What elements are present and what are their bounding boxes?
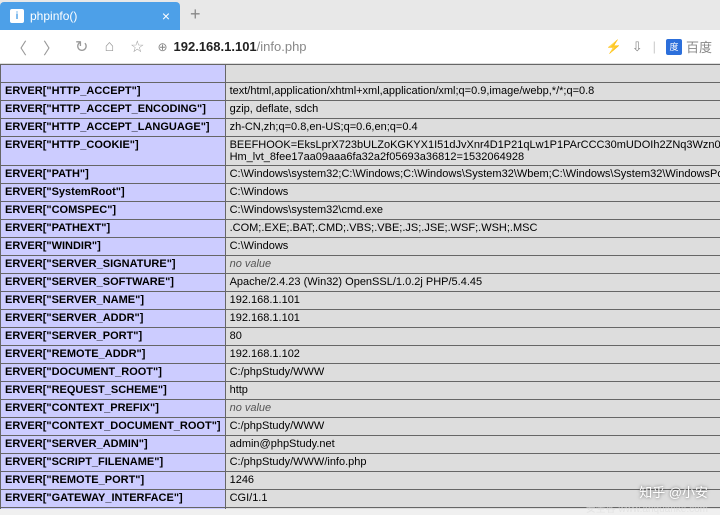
table-value: 80 <box>225 328 720 346</box>
table-row: ERVER["REQUEST_SCHEME"]http <box>1 382 720 400</box>
table-key: ERVER["SERVER_ADMIN"] <box>1 436 226 454</box>
table-row: ERVER["DOCUMENT_ROOT"]C:/phpStudy/WWW <box>1 364 720 382</box>
table-value: C:/phpStudy/WWW <box>225 364 720 382</box>
table-value: admin@phpStudy.net <box>225 436 720 454</box>
table-row: ERVER["SERVER_SIGNATURE"]no value <box>1 256 720 274</box>
table-row: ERVER["SCRIPT_FILENAME"]C:/phpStudy/WWW/… <box>1 454 720 472</box>
url-path: /info.php <box>257 39 307 54</box>
table-key: ERVER["GATEWAY_INTERFACE"] <box>1 490 226 508</box>
table-row: ERVER["HTTP_ACCEPT_ENCODING"]gzip, defla… <box>1 101 720 119</box>
search-label: 百度 <box>686 37 712 56</box>
table-row: ERVER["HTTP_COOKIE"]BEEFHOOK=EksLprX723b… <box>1 137 720 166</box>
table-value: 192.168.1.101 <box>225 292 720 310</box>
table-key <box>1 65 226 83</box>
table-row: ERVER["SERVER_PORT"]80 <box>1 328 720 346</box>
table-row: ERVER["SERVER_ADMIN"]admin@phpStudy.net <box>1 436 720 454</box>
table-value: no value <box>225 256 720 274</box>
table-key: ERVER["SERVER_ADDR"] <box>1 310 226 328</box>
table-row: ERVER["CONTEXT_PREFIX"]no value <box>1 400 720 418</box>
table-row: ERVER["PATHEXT"].COM;.EXE;.BAT;.CMD;.VBS… <box>1 220 720 238</box>
back-button[interactable]: 〈 <box>8 35 30 59</box>
address-bar[interactable]: ⊕ 192.168.1.101/info.php <box>157 39 595 54</box>
table-row: ERVER["REMOTE_ADDR"]192.168.1.102 <box>1 346 720 364</box>
table-row: ERVER["HTTP_ACCEPT_LANGUAGE"]zh-CN,zh;q=… <box>1 119 720 137</box>
table-row: ERVER["SystemRoot"]C:\Windows <box>1 184 720 202</box>
table-value: zh-CN,zh;q=0.8,en-US;q=0.6,en;q=0.4 <box>225 119 720 137</box>
table-key: ERVER["SERVER_SIGNATURE"] <box>1 256 226 274</box>
table-key: ERVER["WINDIR"] <box>1 238 226 256</box>
table-key: ERVER["HTTP_ACCEPT_ENCODING"] <box>1 101 226 119</box>
table-key: ERVER["CONTEXT_DOCUMENT_ROOT"] <box>1 418 226 436</box>
table-key: ERVER["SERVER_PORT"] <box>1 328 226 346</box>
table-value: gzip, deflate, sdch <box>225 101 720 119</box>
table-value: C:\Windows\system32;C:\Windows;C:\Window… <box>225 166 720 184</box>
table-value: CGI/1.1 <box>225 490 720 508</box>
table-row: ERVER["HTTP_ACCEPT"]text/html,applicatio… <box>1 83 720 101</box>
refresh-button[interactable]: ↻ <box>72 37 91 57</box>
table-key: ERVER["REQUEST_SCHEME"] <box>1 382 226 400</box>
table-key: ERVER["CONTEXT_PREFIX"] <box>1 400 226 418</box>
table-key: ERVER["SystemRoot"] <box>1 184 226 202</box>
table-value: no value <box>225 400 720 418</box>
download-icon[interactable]: ⇩ <box>632 39 643 55</box>
table-value: C:\Windows <box>225 184 720 202</box>
table-row: ERVER["COMSPEC"]C:\Windows\system32\cmd.… <box>1 202 720 220</box>
toolbar: 〈 〉 ↻ ⌂ ☆ ⊕ 192.168.1.101/info.php ⚡ ⇩ |… <box>0 30 720 64</box>
home-button[interactable]: ⌂ <box>101 38 117 56</box>
table-value: C:\Windows\system32\cmd.exe <box>225 202 720 220</box>
table-value: 192.168.1.102 <box>225 346 720 364</box>
table-key: ERVER["REMOTE_ADDR"] <box>1 346 226 364</box>
table-row: ERVER["SERVER_NAME"]192.168.1.101 <box>1 292 720 310</box>
favorite-button[interactable]: ☆ <box>127 37 147 57</box>
table-key: ERVER["DOCUMENT_ROOT"] <box>1 364 226 382</box>
site-info-icon[interactable]: ⊕ <box>157 40 167 54</box>
separator: | <box>653 39 656 54</box>
table-key: ERVER["HTTP_ACCEPT_LANGUAGE"] <box>1 119 226 137</box>
search-engine[interactable]: 度 百度 <box>666 37 712 56</box>
active-tab[interactable]: i phpinfo() × <box>0 2 180 30</box>
table-value: http <box>225 382 720 400</box>
table-row: ERVER["SERVER_SOFTWARE"]Apache/2.4.23 (W… <box>1 274 720 292</box>
url-host: 192.168.1.101 <box>174 39 257 54</box>
table-key: ERVER["SCRIPT_FILENAME"] <box>1 454 226 472</box>
tab-title: phpinfo() <box>30 9 77 23</box>
table-key: ERVER["PATHEXT"] <box>1 220 226 238</box>
toolbar-right: ⚡ ⇩ | 度 百度 <box>606 37 713 56</box>
forward-button[interactable]: 〉 <box>40 35 62 59</box>
table-key: ERVER["SERVER_NAME"] <box>1 292 226 310</box>
table-row: ERVER["GATEWAY_INTERFACE"]CGI/1.1 <box>1 490 720 508</box>
table-key: ERVER["HTTP_ACCEPT"] <box>1 83 226 101</box>
table-value: C:/phpStudy/WWW <box>225 418 720 436</box>
phpinfo-table: ERVER["HTTP_ACCEPT"]text/html,applicatio… <box>0 64 720 509</box>
table-value: 1246 <box>225 472 720 490</box>
table-row: ERVER["CONTEXT_DOCUMENT_ROOT"]C:/phpStud… <box>1 418 720 436</box>
table-row: ERVER["REMOTE_PORT"]1246 <box>1 472 720 490</box>
baidu-icon: 度 <box>666 39 682 55</box>
tab-close-icon[interactable]: × <box>162 8 170 24</box>
new-tab-button[interactable]: + <box>180 0 211 30</box>
table-key: ERVER["PATH"] <box>1 166 226 184</box>
page-icon: i <box>10 9 24 23</box>
table-row: ERVER["SERVER_ADDR"]192.168.1.101 <box>1 310 720 328</box>
table-row: ERVER["PATH"]C:\Windows\system32;C:\Wind… <box>1 166 720 184</box>
table-value: BEEFHOOK=EksLprX723bULZoKGKYX1I51dJvXnr4… <box>225 137 720 166</box>
table-key: ERVER["COMSPEC"] <box>1 202 226 220</box>
table-value: Apache/2.4.23 (Win32) OpenSSL/1.0.2j PHP… <box>225 274 720 292</box>
table-value: C:/phpStudy/WWW/info.php <box>225 454 720 472</box>
page-content: ERVER["HTTP_ACCEPT"]text/html,applicatio… <box>0 64 720 509</box>
table-value: C:\Windows <box>225 238 720 256</box>
table-key: ERVER["SERVER_SOFTWARE"] <box>1 274 226 292</box>
table-value <box>225 65 720 83</box>
table-row: ERVER["WINDIR"]C:\Windows <box>1 238 720 256</box>
table-value: 192.168.1.101 <box>225 310 720 328</box>
table-value: .COM;.EXE;.BAT;.CMD;.VBS;.VBE;.JS;.JSE;.… <box>225 220 720 238</box>
tab-bar: i phpinfo() × + <box>0 0 720 30</box>
flash-icon[interactable]: ⚡ <box>606 39 622 55</box>
table-value: text/html,application/xhtml+xml,applicat… <box>225 83 720 101</box>
table-key: ERVER["REMOTE_PORT"] <box>1 472 226 490</box>
table-key: ERVER["HTTP_COOKIE"] <box>1 137 226 166</box>
